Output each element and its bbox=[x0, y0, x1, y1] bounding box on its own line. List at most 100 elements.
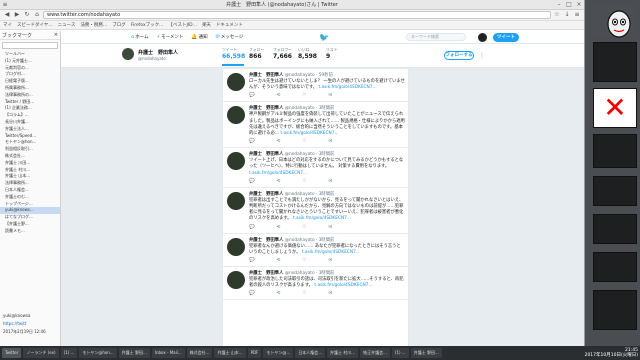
bookmark-item[interactable]: 法務・税務... bbox=[80, 22, 107, 28]
taskbar-item[interactable]: モトヤン@... bbox=[263, 348, 294, 358]
sidebar-item[interactable]: モトヤン@hon... bbox=[0, 139, 60, 146]
bookmark-item[interactable]: 楽天 bbox=[202, 22, 211, 28]
sidebar-item[interactable]: (1) 元弁護士... bbox=[0, 58, 60, 65]
sidebar-item[interactable]: はてなブログ... bbox=[0, 214, 60, 221]
minimize-icon[interactable]: – bbox=[554, 1, 564, 8]
tweet-link[interactable]: t.asik.fm/golo/4SDKECN7... bbox=[314, 283, 372, 288]
tweet[interactable]: 弁護士 野田隼人 @nodahayato · 3時間前 神戸製鋼がアルミ製品の強度… bbox=[223, 102, 408, 149]
like-icon[interactable]: ♡ bbox=[302, 258, 306, 263]
tweet-author[interactable]: 弁護士 野田隼人 bbox=[249, 73, 283, 78]
tweet-link[interactable]: t.asik.fm/golo/4SDKECN7... bbox=[318, 85, 376, 90]
tweet-avatar[interactable] bbox=[227, 106, 245, 125]
bookmark-item[interactable]: スピードダイヤ... bbox=[17, 22, 53, 28]
forward-icon[interactable]: ▶ bbox=[13, 11, 21, 19]
message-icon[interactable]: ✉ bbox=[328, 225, 332, 230]
like-icon[interactable]: ♡ bbox=[302, 179, 306, 184]
sidebar-item[interactable]: 長谷川弁護... bbox=[0, 119, 60, 126]
taskbar-item[interactable]: PDF bbox=[247, 348, 262, 358]
tweet-avatar[interactable] bbox=[227, 271, 245, 290]
twitter-search-input[interactable]: キーワード検索 bbox=[406, 33, 466, 41]
tweet-avatar[interactable] bbox=[227, 73, 245, 91]
profile-stat[interactable]: ツイート 66,598 bbox=[222, 47, 245, 66]
tab-envelope[interactable]: ✉ メッセージ bbox=[216, 34, 244, 40]
tweet-author[interactable]: 弁護士 野田隼人 bbox=[249, 152, 283, 157]
tab-lightning[interactable]: ⚡ モーメント bbox=[157, 34, 184, 40]
tweet-link[interactable]: t.asik.fm/golo/4SDKECN7... bbox=[280, 131, 338, 136]
reply-icon[interactable]: 💬 bbox=[249, 225, 255, 230]
sidebar-item[interactable]: Twitter/Speed... bbox=[0, 133, 60, 140]
taskbar-item[interactable]: 結正弁護会... bbox=[360, 348, 390, 358]
tweet[interactable]: 弁護士 野田隼人 @nodahayato · 59秒前 ローカル先生は避けていない… bbox=[223, 69, 408, 103]
tweet-author[interactable]: 弁護士 野田隼人 bbox=[249, 238, 283, 243]
sidebar-item[interactable]: 株式会社... bbox=[0, 153, 60, 160]
home-icon[interactable]: ⌂ bbox=[33, 11, 41, 19]
tweet[interactable]: 弁護士 野田隼人 @nodahayato · 3時間前 犯罪者は出すことでも満たし… bbox=[223, 188, 408, 234]
sidebar-item[interactable]: 【弁護士野... bbox=[0, 221, 60, 228]
window-menu-icon[interactable]: ≡ bbox=[0, 1, 10, 8]
retweet-icon[interactable]: ⟲ bbox=[277, 139, 281, 144]
follow-button[interactable]: フォローする bbox=[444, 51, 474, 60]
close-icon[interactable]: × bbox=[574, 1, 584, 8]
tab-home[interactable]: ⌂ ホーム bbox=[131, 34, 149, 40]
reply-icon[interactable]: 💬 bbox=[249, 258, 255, 263]
tweet-avatar[interactable] bbox=[227, 191, 245, 210]
tweet-author[interactable]: 弁護士 野田隼人 bbox=[249, 192, 283, 197]
sidebar-item[interactable]: (1) 企業法務... bbox=[0, 105, 60, 112]
taskbar-item[interactable]: 弁護士 野田... bbox=[118, 348, 150, 358]
sidebar-item[interactable]: トップページ... bbox=[0, 201, 60, 208]
tweet[interactable]: 弁護士 野田隼人 @nodahayato · 3時間前 犯罪者が政治した司法取引の… bbox=[223, 267, 408, 301]
sidebar-item[interactable]: 所属事務所... bbox=[0, 85, 60, 92]
profile-stat[interactable]: いいね 8,598 bbox=[298, 47, 320, 60]
tweet-avatar[interactable] bbox=[227, 237, 245, 256]
taskbar-item[interactable]: 日本人権会... bbox=[295, 348, 326, 358]
like-icon[interactable]: ♡ bbox=[302, 225, 306, 230]
sidebar-item[interactable]: 弁護士 川田... bbox=[0, 160, 60, 167]
tweet-author[interactable]: 弁護士 野田隼人 bbox=[249, 271, 283, 276]
more-options-icon[interactable]: ⋮ bbox=[479, 52, 485, 59]
sidebar-item[interactable]: 弁護士 村川... bbox=[0, 167, 60, 174]
reply-icon[interactable]: 💬 bbox=[249, 179, 255, 184]
sidebar-item[interactable]: 日本人権会... bbox=[0, 187, 60, 194]
like-icon[interactable]: ♡ bbox=[302, 291, 306, 296]
tweet-link[interactable]: t.asik.fm/golo/4SDKECN7... bbox=[302, 250, 360, 255]
sidebar-item[interactable]: ツールバー bbox=[0, 51, 60, 58]
bookmark-item[interactable]: Firefoxブック... bbox=[131, 22, 164, 28]
sidebar-item[interactable]: 弁護士のむ... bbox=[0, 194, 60, 201]
sidebar-item[interactable]: 法律事務所... bbox=[0, 180, 60, 187]
profile-avatar[interactable] bbox=[121, 47, 135, 61]
reload-icon[interactable]: ↻ bbox=[23, 11, 31, 19]
back-icon[interactable]: ◀ bbox=[3, 11, 11, 19]
retweet-icon[interactable]: ⟲ bbox=[277, 291, 281, 296]
reply-icon[interactable]: 💬 bbox=[249, 139, 255, 144]
reply-icon[interactable]: 💬 bbox=[249, 291, 255, 296]
menu-icon[interactable]: ≡ bbox=[573, 11, 581, 19]
twitter-bird-icon[interactable]: 🐦 bbox=[319, 33, 329, 42]
message-icon[interactable]: ✉ bbox=[328, 93, 332, 98]
tweet-link[interactable]: t.asik.fm/golo/4SDKECN7... bbox=[249, 171, 307, 176]
bookmark-item[interactable]: マイ bbox=[3, 22, 12, 28]
tweet[interactable]: 弁護士 野田隼人 @nodahayato · 3時間前 犯罪者なんか避ける価値ない… bbox=[223, 234, 408, 268]
taskbar-item[interactable]: Inbox - Mail... bbox=[151, 348, 185, 358]
profile-stat[interactable]: リスト 9 bbox=[326, 47, 348, 60]
sidebar-close-icon[interactable]: × bbox=[54, 32, 58, 38]
sidebar-item[interactable]: 利益相反取引... bbox=[0, 146, 60, 153]
tab-bell[interactable]: 🔔 通知 bbox=[191, 34, 207, 40]
taskbar-item[interactable]: 弁護士 山本... bbox=[214, 348, 246, 358]
sidebar-item[interactable]: 弁護士 山本... bbox=[0, 173, 60, 180]
sidebar-item[interactable]: yuki@knows... bbox=[0, 207, 60, 215]
taskbar-item[interactable]: モトヤン@hon... bbox=[79, 348, 117, 358]
sidebar-item[interactable]: 法律事務所の... bbox=[0, 92, 60, 99]
message-icon[interactable]: ✉ bbox=[328, 258, 332, 263]
bookmark-item[interactable]: ドキュメント bbox=[216, 22, 243, 28]
profile-stat[interactable]: フォロー 866 bbox=[249, 47, 271, 60]
taskbar-item[interactable]: (1) ... bbox=[60, 348, 78, 358]
retweet-icon[interactable]: ⟲ bbox=[277, 179, 281, 184]
sidebar-item[interactable]: 日経電子版... bbox=[0, 78, 60, 85]
taskbar-item[interactable]: ノーランチ (ex) bbox=[23, 348, 59, 358]
like-icon[interactable]: ♡ bbox=[302, 93, 306, 98]
taskbar-item[interactable]: (1) ... bbox=[391, 348, 409, 358]
maximize-icon[interactable]: □ bbox=[564, 1, 574, 8]
sidebar-item[interactable]: 【コラム】... bbox=[0, 112, 60, 119]
sidebar-item[interactable]: ブログ村... bbox=[0, 71, 60, 78]
sidebar-item[interactable]: Twitter / 野田... bbox=[0, 99, 60, 106]
